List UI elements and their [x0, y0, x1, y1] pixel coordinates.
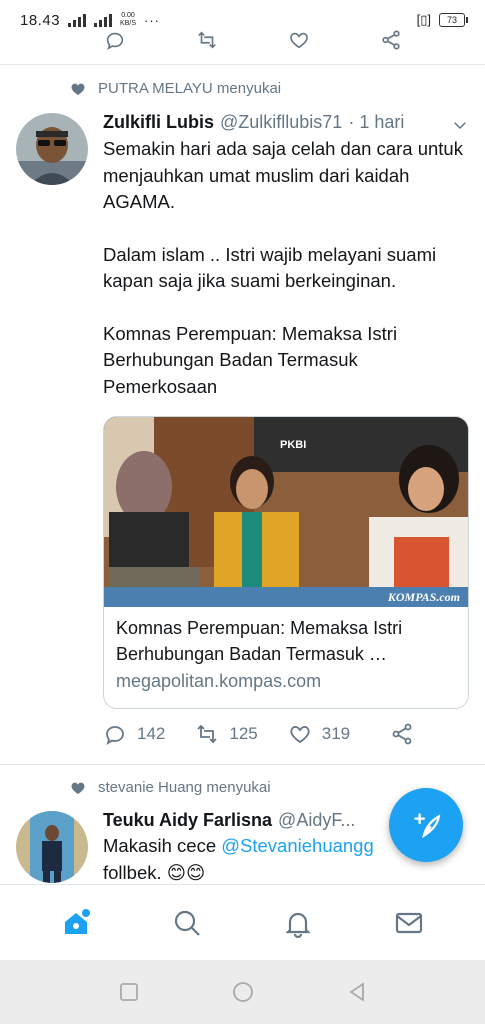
heart-filled-icon: [71, 782, 85, 794]
reply-count: 142: [137, 724, 166, 743]
social-context-text-2[interactable]: stevanie Huang menyukai: [98, 779, 271, 796]
tab-search[interactable]: [167, 903, 207, 943]
tweet-time: · 1 hari: [348, 112, 405, 132]
heart-icon: [290, 726, 310, 744]
like-count: 319: [321, 724, 351, 743]
tweet2-text-after: follbek.: [103, 861, 167, 883]
network-speed-value: 0.00: [121, 12, 135, 19]
heart-filled-icon: [71, 83, 85, 95]
like-button[interactable]: 319: [288, 722, 350, 746]
tab-messages[interactable]: [389, 903, 429, 943]
tweet-actions: 142 125 319: [103, 722, 414, 746]
search-icon: [174, 910, 200, 936]
tweet-header: Zulkifli Lubis @Zulkifllubis71 · 1 hari: [103, 112, 404, 133]
link-card[interactable]: PKBI KOMPAS.com Komnas Perempuan: Memaks…: [103, 416, 469, 709]
reply-button[interactable]: 142: [103, 722, 165, 746]
retweet-icon[interactable]: [196, 29, 218, 51]
compose-button[interactable]: [389, 788, 463, 862]
tab-home[interactable]: [56, 903, 96, 943]
author-name-2[interactable]: Teuku Aidy Farlisna: [103, 810, 272, 831]
previous-tweet-actions: [0, 22, 485, 58]
tweet-text-paragraph-2: Dalam islam .. Istri wajib melayani suam…: [103, 243, 442, 292]
compose-icon: [414, 813, 441, 839]
divider: [0, 64, 485, 65]
mention-link[interactable]: @Stevaniehuangg: [221, 835, 374, 856]
card-image[interactable]: PKBI KOMPAS.com: [104, 417, 468, 607]
card-image-watermark: KOMPAS.com: [387, 590, 460, 604]
heart-icon[interactable]: [288, 29, 310, 51]
bell-icon: [285, 912, 311, 938]
tab-notifications[interactable]: [278, 903, 318, 943]
emoji: 😊😊: [166, 861, 206, 883]
retweet-count: 125: [229, 724, 258, 743]
tweet-text-paragraph-3: Komnas Perempuan: Memaksa Istri Berhubun…: [103, 322, 403, 397]
back-icon[interactable]: [345, 980, 369, 1004]
notification-dot: [81, 908, 90, 917]
reply-icon[interactable]: [104, 29, 126, 51]
bottom-tab-bar: [0, 884, 485, 960]
social-context-2: stevanie Huang menyukai: [70, 779, 271, 796]
avatar-2[interactable]: [16, 811, 88, 883]
share-button[interactable]: [390, 722, 414, 746]
tweet2-text-before: Makasih cece: [103, 835, 222, 856]
share-icon: [392, 723, 412, 745]
social-context-text[interactable]: PUTRA MELAYU menyukai: [98, 80, 281, 97]
social-context: PUTRA MELAYU menyukai: [70, 80, 281, 97]
retweet-icon: [197, 724, 218, 744]
mail-icon: [396, 912, 423, 933]
card-body[interactable]: Komnas Perempuan: Memaksa Istri Berhubun…: [104, 607, 468, 703]
recents-icon[interactable]: [117, 980, 141, 1004]
home-button-icon[interactable]: [231, 980, 255, 1004]
tweet-text-2: Makasih cece @Stevaniehuangg follbek. 😊😊: [103, 833, 403, 886]
retweet-button[interactable]: 125: [195, 722, 258, 746]
divider: [0, 764, 485, 765]
card-domain: megapolitan.kompas.com: [116, 671, 322, 691]
share-icon[interactable]: [380, 29, 402, 51]
tweet-header-2: Teuku Aidy Farlisna @AidyF...: [103, 810, 355, 831]
system-navigation-bar: [0, 960, 485, 1024]
reply-icon: [106, 726, 124, 745]
card-title: Komnas Perempuan: Memaksa Istri Berhubun…: [116, 618, 403, 664]
author-name[interactable]: Zulkifli Lubis: [103, 112, 214, 133]
author-handle-2[interactable]: @AidyF...: [278, 810, 355, 831]
author-handle[interactable]: @Zulkifllubis71: [220, 112, 342, 133]
chevron-down-icon[interactable]: [451, 116, 469, 134]
tweet-text: Semakin hari ada saja celah dan cara unt…: [103, 136, 463, 400]
card-image-banner: PKBI: [280, 439, 307, 451]
tweet-text-paragraph-1: Semakin hari ada saja celah dan cara unt…: [103, 138, 469, 212]
avatar[interactable]: [16, 113, 88, 185]
